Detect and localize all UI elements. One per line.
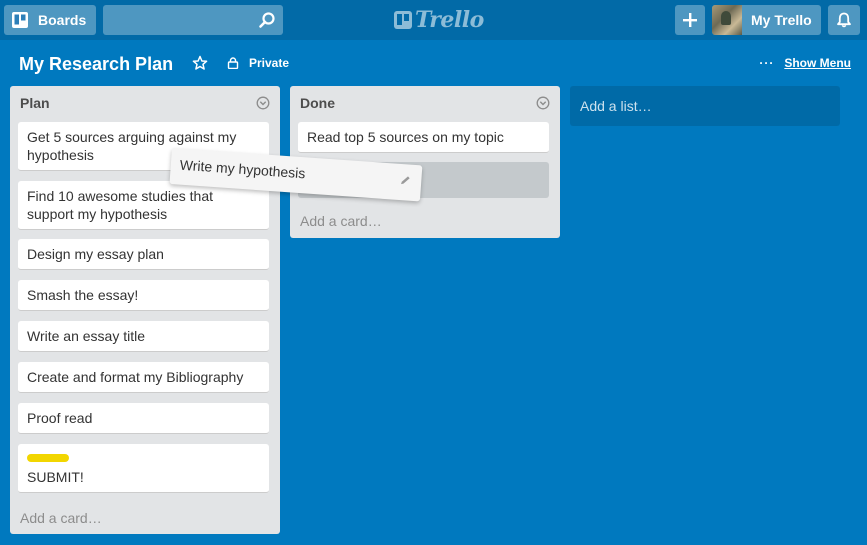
list-card[interactable]: Smash the essay!	[18, 280, 269, 311]
search-input[interactable]	[103, 5, 283, 35]
card-title: SUBMIT!	[27, 469, 84, 485]
boards-button[interactable]: Boards	[4, 5, 96, 35]
trello-logo-icon	[394, 11, 412, 29]
avatar	[712, 5, 742, 35]
list-title[interactable]: Done	[300, 95, 335, 111]
boards-label: Boards	[38, 12, 87, 28]
top-header: Boards Trello My Trello	[0, 0, 867, 40]
list-menu-icon[interactable]	[256, 96, 270, 110]
profile-button[interactable]: My Trello	[712, 5, 821, 35]
add-button[interactable]	[675, 5, 705, 35]
list-card[interactable]: Write an essay title	[18, 321, 269, 352]
list-card[interactable]: Proof read	[18, 403, 269, 434]
notifications-button[interactable]	[828, 5, 860, 35]
pencil-icon[interactable]	[399, 174, 412, 187]
list-menu-icon[interactable]	[536, 96, 550, 110]
add-card-button[interactable]: Add a card…	[300, 213, 382, 229]
lock-icon	[227, 57, 239, 69]
board-title[interactable]: My Research Plan	[11, 49, 181, 79]
profile-label: My Trello	[751, 12, 812, 28]
show-menu-link[interactable]: Show Menu	[784, 56, 851, 70]
more-dots-icon: ···	[759, 56, 775, 70]
trello-logo-text: Trello	[415, 7, 484, 33]
list-card[interactable]: Read top 5 sources on my topic	[298, 122, 549, 153]
list-card[interactable]: Create and format my Bibliography	[18, 362, 269, 393]
show-menu[interactable]: ··· Show Menu	[759, 53, 851, 73]
card-title: Write my hypothesis	[179, 156, 306, 182]
visibility-label: Private	[249, 56, 290, 70]
list-card[interactable]: Find 10 awesome studies that support my …	[18, 181, 269, 230]
add-list-button[interactable]: Add a list…	[570, 86, 840, 126]
list-title[interactable]: Plan	[20, 95, 50, 111]
visibility-button[interactable]: Private	[227, 53, 289, 73]
star-icon[interactable]	[192, 55, 208, 71]
search-icon[interactable]	[258, 11, 276, 29]
list-card[interactable]: Design my essay plan	[18, 239, 269, 270]
plus-icon	[683, 13, 697, 27]
boards-icon	[12, 12, 28, 28]
trello-logo[interactable]: Trello	[394, 6, 484, 34]
add-card-button[interactable]: Add a card…	[20, 510, 102, 526]
list-card[interactable]: SUBMIT!	[18, 444, 269, 493]
card-label-yellow	[27, 454, 69, 462]
bell-icon	[837, 12, 851, 28]
